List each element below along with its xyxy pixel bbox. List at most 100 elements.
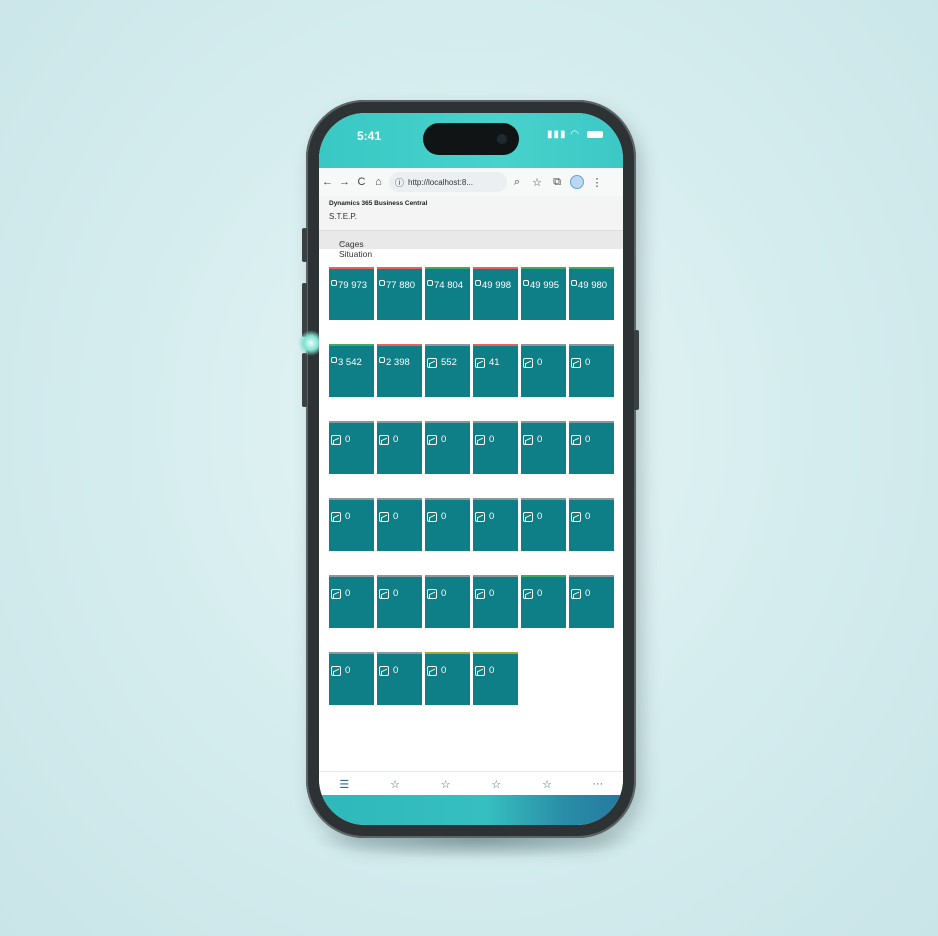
tile-value: 0 bbox=[571, 588, 590, 599]
chart-icon bbox=[427, 357, 437, 368]
cue-tile[interactable]: 0 bbox=[473, 652, 518, 705]
cue-tile[interactable]: 0 bbox=[569, 344, 614, 397]
more-icon[interactable]: ··· bbox=[572, 778, 623, 790]
cue-tile[interactable]: 0 bbox=[473, 421, 518, 474]
zoom-icon[interactable]: ⌕ bbox=[507, 176, 527, 189]
cue-tile[interactable]: 77 880 bbox=[377, 267, 422, 320]
chart-icon bbox=[427, 665, 437, 676]
cue-tile[interactable]: 0 bbox=[569, 575, 614, 628]
chart-icon bbox=[523, 434, 533, 445]
cue-tile[interactable]: 49 998 bbox=[473, 267, 518, 320]
tile-number: 0 bbox=[489, 588, 495, 599]
chart-icon bbox=[571, 434, 581, 445]
chart-icon bbox=[475, 511, 485, 522]
tile-number: 0 bbox=[585, 434, 591, 445]
cue-tile[interactable]: 0 bbox=[425, 575, 470, 628]
tile-number: 0 bbox=[537, 588, 543, 599]
chart-icon bbox=[571, 357, 581, 368]
tile-number: 0 bbox=[585, 588, 591, 599]
url-text: http://localhost:8... bbox=[408, 177, 473, 187]
tile-number: 74 804 bbox=[434, 280, 464, 291]
tile-value: 0 bbox=[571, 511, 590, 522]
tile-number: 41 bbox=[489, 357, 500, 368]
bookmark-star-icon[interactable]: ☆ bbox=[527, 176, 547, 189]
tile-value: 49 995 bbox=[523, 280, 559, 291]
cue-tile[interactable]: 0 bbox=[377, 421, 422, 474]
tile-number: 0 bbox=[585, 511, 591, 522]
star-icon[interactable]: ☆ bbox=[420, 778, 471, 791]
tile-value: 0 bbox=[523, 357, 542, 368]
forward-icon[interactable]: → bbox=[336, 176, 353, 188]
home-icon[interactable]: ⌂ bbox=[370, 176, 387, 188]
action-button bbox=[302, 228, 307, 262]
cue-tile[interactable]: 0 bbox=[425, 421, 470, 474]
chart-icon bbox=[379, 588, 389, 599]
cue-tile[interactable]: 0 bbox=[521, 421, 566, 474]
profile-avatar[interactable] bbox=[570, 175, 584, 189]
star-icon[interactable]: ☆ bbox=[522, 778, 573, 791]
cue-tile[interactable]: 552 bbox=[425, 344, 470, 397]
tile-value: 74 804 bbox=[427, 280, 463, 291]
cue-tile[interactable]: 0 bbox=[425, 652, 470, 705]
tile-number: 0 bbox=[441, 588, 447, 599]
cue-tile[interactable]: 0 bbox=[473, 575, 518, 628]
tile-number: 0 bbox=[585, 357, 591, 368]
chart-icon bbox=[571, 588, 581, 599]
cue-tile[interactable]: 0 bbox=[521, 498, 566, 551]
cue-tile[interactable]: 3 542 bbox=[329, 344, 374, 397]
star-icon[interactable]: ☆ bbox=[471, 778, 522, 791]
tile-value: 0 bbox=[331, 588, 350, 599]
cue-tile[interactable]: 0 bbox=[329, 421, 374, 474]
chart-icon bbox=[427, 434, 437, 445]
cue-tile[interactable]: 0 bbox=[329, 652, 374, 705]
site-info-icon[interactable]: ⓘ bbox=[395, 176, 404, 189]
tile-number: 0 bbox=[393, 511, 399, 522]
tile-number: 0 bbox=[441, 665, 447, 676]
tile-value: 0 bbox=[523, 588, 542, 599]
cue-tile[interactable]: 0 bbox=[329, 575, 374, 628]
cue-tile[interactable]: 0 bbox=[569, 421, 614, 474]
tile-number: 0 bbox=[489, 434, 495, 445]
tile-number: 2 398 bbox=[386, 357, 410, 368]
chart-icon bbox=[475, 434, 485, 445]
tile-value: 0 bbox=[571, 357, 590, 368]
extensions-icon[interactable]: ⧉ bbox=[547, 176, 567, 189]
cue-tile[interactable]: 79 973 bbox=[329, 267, 374, 320]
cue-tile[interactable]: 49 980 bbox=[569, 267, 614, 320]
star-icon[interactable]: ☆ bbox=[370, 778, 421, 791]
browser-menu-icon[interactable]: ⋮ bbox=[587, 176, 607, 189]
volume-up-button bbox=[302, 283, 307, 337]
tile-number: 0 bbox=[489, 511, 495, 522]
cue-tile[interactable]: 0 bbox=[377, 498, 422, 551]
tile-value: 0 bbox=[379, 511, 398, 522]
cue-tile[interactable]: 0 bbox=[377, 652, 422, 705]
cue-tile[interactable]: 0 bbox=[425, 498, 470, 551]
tile-value: 77 880 bbox=[379, 280, 415, 291]
tile-value: 552 bbox=[427, 357, 457, 368]
cue-tile[interactable]: 41 bbox=[473, 344, 518, 397]
tile-number: 0 bbox=[345, 665, 351, 676]
reload-icon[interactable]: C bbox=[353, 176, 370, 188]
tile-value: 0 bbox=[331, 511, 350, 522]
page-header: Cages Situation ⌵ bbox=[319, 230, 623, 259]
cue-tile[interactable]: 0 bbox=[473, 498, 518, 551]
chart-icon bbox=[331, 665, 341, 676]
tile-number: 3 542 bbox=[338, 357, 362, 368]
cue-tile[interactable]: 0 bbox=[329, 498, 374, 551]
tile-number: 0 bbox=[345, 588, 351, 599]
cue-tile[interactable]: 0 bbox=[521, 344, 566, 397]
hamburger-icon[interactable]: ☰ bbox=[319, 778, 370, 791]
cue-tile[interactable]: 0 bbox=[521, 575, 566, 628]
tile-value: 2 398 bbox=[379, 357, 410, 368]
tile-value: 49 998 bbox=[475, 280, 511, 291]
cue-tile[interactable]: 0 bbox=[377, 575, 422, 628]
cue-tile[interactable]: 74 804 bbox=[425, 267, 470, 320]
cue-tile[interactable]: 49 995 bbox=[521, 267, 566, 320]
back-icon[interactable]: ← bbox=[319, 176, 336, 188]
company-name[interactable]: S.T.E.P. bbox=[329, 212, 357, 221]
cue-tile[interactable]: 2 398 bbox=[377, 344, 422, 397]
chart-icon bbox=[331, 511, 341, 522]
address-bar[interactable]: ⓘ http://localhost:8... bbox=[389, 172, 507, 192]
cue-tile[interactable]: 0 bbox=[569, 498, 614, 551]
tile-number: 0 bbox=[345, 434, 351, 445]
